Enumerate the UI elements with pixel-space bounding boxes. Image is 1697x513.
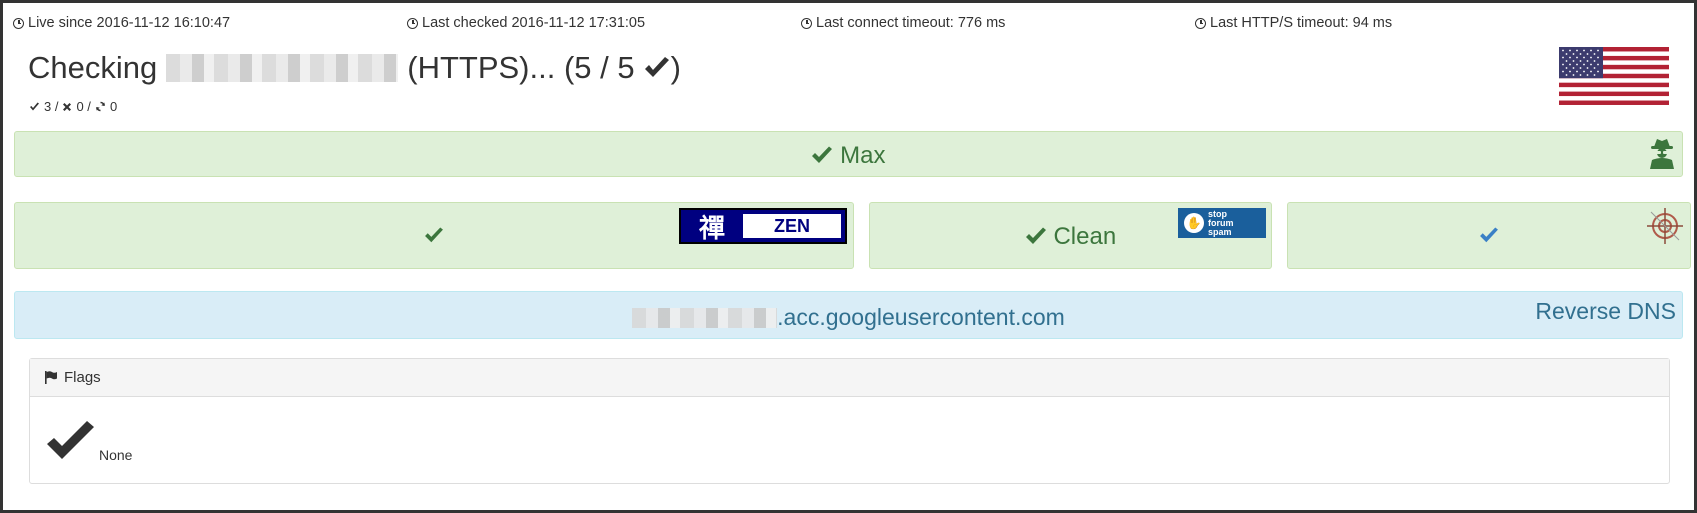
redacted-host-prefix: [632, 307, 778, 328]
sfs-label: Clean: [1053, 223, 1117, 250]
zen-kanji: 禪: [698, 213, 725, 244]
redacted-address: [166, 54, 399, 82]
sfs-logo-text: stop forum spam: [1208, 208, 1234, 237]
check-icon: [812, 146, 833, 163]
page-title: Checking (HTTPS)... (5 / 5 ): [28, 50, 681, 86]
clock-icon: [13, 17, 24, 29]
zen-word: ZEN: [743, 214, 841, 238]
flags-value: None: [99, 447, 133, 463]
ok-count: 3 /: [44, 99, 59, 114]
flags-panel-body: None: [30, 397, 1669, 483]
reverse-dns-alert: .acc.googleusercontent.com Reverse DNS: [14, 291, 1683, 339]
last-https-timeout-text: Last HTTP/S timeout: 94 ms: [1210, 15, 1393, 31]
fail-count: 0 /: [76, 99, 91, 114]
crosshair-target-icon[interactable]: [1645, 206, 1685, 246]
refresh-icon: [95, 101, 106, 112]
title-close: ): [670, 50, 681, 85]
flag-icon: [45, 371, 57, 384]
last-https-timeout-stat: Last HTTP/S timeout: 94 ms: [1195, 15, 1392, 31]
hand-stop-icon: ✋: [1184, 213, 1204, 233]
check-icon: [1025, 227, 1046, 244]
reverse-dns-title: Reverse DNS: [1535, 298, 1676, 324]
stopforumspam-check: Clean ✋ stop forum spam: [869, 202, 1272, 269]
check-icon: [425, 227, 443, 243]
spy-icon: [1650, 139, 1674, 169]
flags-title: Flags: [64, 369, 101, 386]
reverse-dns-suffix: .acc.googleusercontent.com: [777, 304, 1065, 330]
check-icon: [47, 421, 94, 459]
zen-blacklist-check: 禪 ZEN: [14, 202, 854, 269]
check-icon: [1480, 227, 1498, 243]
title-suffix: (HTTPS)... (5 / 5: [407, 50, 635, 85]
us-flag-icon: [1559, 47, 1669, 105]
retry-count: 0: [109, 99, 118, 114]
check-icon: [30, 102, 39, 110]
last-checked-text: Last checked 2016-11-12 17:31:05: [422, 15, 646, 31]
status-row: Live since 2016-11-12 16:10:47 Last chec…: [3, 15, 1694, 35]
live-since-stat: Live since 2016-11-12 16:10:47: [13, 15, 230, 31]
times-icon: [63, 102, 72, 111]
anonymity-label: Max: [840, 142, 886, 169]
last-checked-stat: Last checked 2016-11-12 17:31:05: [407, 15, 645, 31]
flags-panel-heading: Flags: [30, 359, 1669, 397]
clock-icon: [801, 17, 812, 29]
last-connect-timeout-text: Last connect timeout: 776 ms: [816, 15, 1006, 31]
live-since-text: Live since 2016-11-12 16:10:47: [28, 15, 231, 31]
stopforumspam-logo[interactable]: ✋ stop forum spam: [1178, 208, 1266, 238]
last-connect-timeout-stat: Last connect timeout: 776 ms: [801, 15, 1005, 31]
geo-target-check: [1287, 202, 1691, 269]
reverse-dns-host: .acc.googleusercontent.com: [15, 304, 1682, 331]
title-prefix: Checking: [28, 50, 158, 85]
anonymity-level: Max: [15, 142, 1682, 170]
flags-panel: Flags None: [29, 358, 1670, 484]
clock-icon: [1195, 17, 1206, 29]
target-status: [1288, 223, 1690, 251]
check-counts: 3 / 0 / 0: [29, 99, 117, 114]
check-icon: [644, 57, 669, 77]
anonymity-level-alert: Max: [14, 131, 1683, 177]
spamhaus-zen-logo[interactable]: 禪 ZEN: [679, 208, 847, 244]
clock-icon: [407, 17, 418, 29]
